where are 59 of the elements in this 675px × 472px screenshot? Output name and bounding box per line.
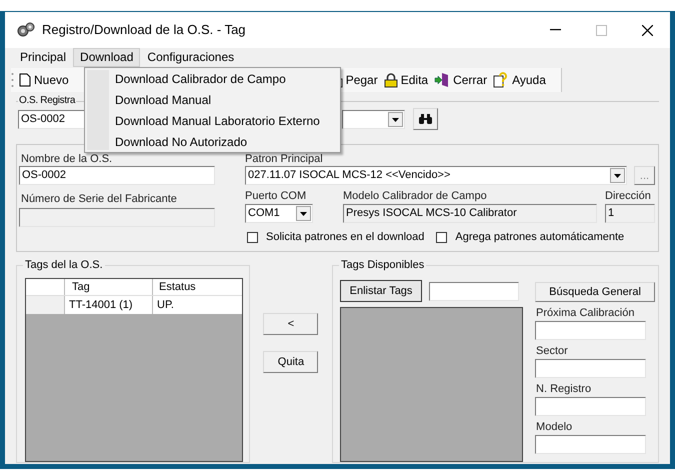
checkbox[interactable]: Solicita patrones en el download: [247, 229, 424, 246]
menu-item[interactable]: Configuraciones: [140, 48, 242, 67]
text-field[interactable]: [535, 359, 646, 378]
field-label: Número de Serie del Fabricante: [20, 192, 178, 206]
field-label: Puerto COM: [245, 189, 308, 203]
maximize-icon: [596, 24, 606, 36]
toolbar-button[interactable]: Edita: [380, 71, 432, 89]
field-label: Dirección: [605, 189, 652, 203]
text-field[interactable]: OS-0002: [19, 166, 215, 185]
gears-icon: [17, 22, 35, 38]
remove-button[interactable]: Quita: [263, 351, 318, 373]
dropdown-field[interactable]: 027.11.07 ISOCAL MCS-12 <<Vencido>>: [245, 166, 627, 185]
text-field[interactable]: [535, 397, 646, 416]
padlock-icon: [384, 72, 398, 88]
field-label: Modelo Calibrador de Campo: [343, 189, 488, 203]
checkbox-square[interactable]: [247, 232, 258, 243]
menu-item[interactable]: Download Manual: [115, 90, 320, 111]
text-field[interactable]: [19, 208, 215, 227]
menu-item[interactable]: Download: [73, 48, 140, 67]
group-title: Tags del la O.S.: [23, 258, 105, 272]
search-button[interactable]: [413, 108, 438, 130]
field-label: Modelo: [535, 420, 574, 434]
window-title: Registro/Download de la O.S. - Tag: [42, 21, 246, 40]
field-label: Próxima Calibración: [535, 306, 636, 320]
menu-item[interactable]: Download No Autorizado: [115, 132, 320, 153]
column-header[interactable]: Tag: [65, 279, 153, 295]
general-search-button[interactable]: Búsqueda General: [535, 282, 656, 302]
text-field[interactable]: [535, 435, 646, 454]
table-cell: TT-14001 (1): [65, 296, 153, 314]
text-field[interactable]: [429, 282, 520, 300]
text-field[interactable]: Presys ISOCAL MCS-10 Calibrator: [343, 204, 597, 223]
document-icon: [19, 73, 31, 87]
minimize-icon: [550, 29, 560, 31]
column-header[interactable]: Estatus: [153, 279, 242, 295]
menu-item[interactable]: Download Calibrador de Campo: [115, 69, 320, 90]
field-label: N. Registro: [535, 382, 592, 396]
binoculars-icon: [418, 113, 433, 125]
dropdown-field[interactable]: [342, 110, 405, 128]
toolbar-button[interactable]: Ayuda: [490, 71, 549, 89]
table-cell-text: UP.: [156, 298, 175, 313]
close-icon: [642, 24, 652, 36]
dropdown-field[interactable]: COM1: [245, 204, 313, 223]
checkbox-square[interactable]: [436, 232, 448, 243]
group-title: O.S. Registra: [18, 94, 76, 108]
grip-icon: [11, 72, 14, 88]
group-title: Tags Disponibles: [339, 258, 426, 272]
help-document-icon: [493, 72, 510, 88]
door-arrow-icon: [434, 72, 450, 88]
menu-item[interactable]: Principal: [13, 48, 74, 67]
field-label: Nombre de la O.S.: [20, 153, 114, 165]
toolbar-button[interactable]: Nuevo: [16, 71, 72, 89]
text-field[interactable]: 1: [605, 204, 655, 223]
field-label: Sector: [535, 344, 569, 358]
field-label: Patron Principal: [245, 153, 324, 165]
checkbox[interactable]: Agrega patrones automáticamente: [436, 229, 624, 246]
toolbar-button[interactable]: Cerrar: [431, 71, 490, 89]
text-field[interactable]: [535, 321, 646, 340]
move-left-button[interactable]: <: [263, 313, 318, 335]
list-tags-button[interactable]: Enlistar Tags: [340, 280, 422, 302]
